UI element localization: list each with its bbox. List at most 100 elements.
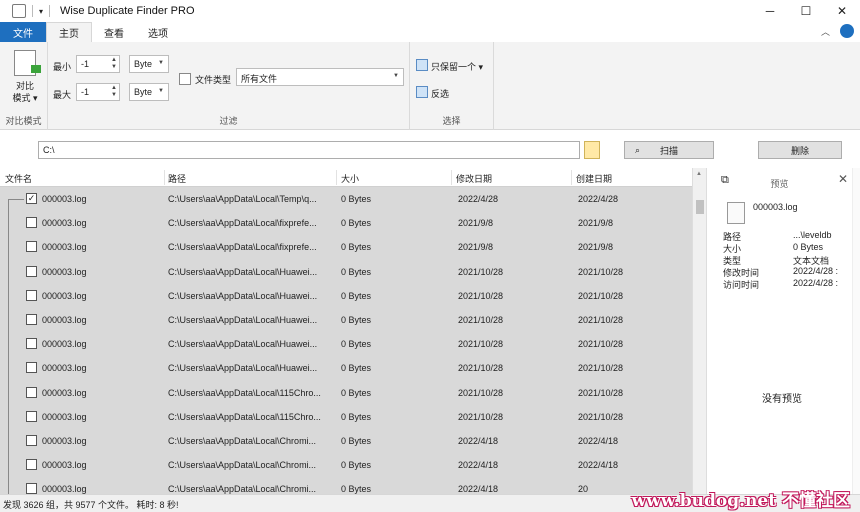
column-header-path[interactable]: 路径 [168,172,186,185]
tab-options[interactable]: 选项 [136,22,180,42]
column-header-modified[interactable]: 修改日期 [456,172,492,185]
app-icon[interactable] [12,4,26,18]
min-size-unit-select[interactable]: Byte ▼ [129,55,169,73]
max-size-stepper[interactable]: -1 ▲ ▼ [76,83,120,101]
preview-field-value: 2022/4/28 : [793,278,839,288]
min-size-value: -1 [81,59,90,69]
file-name-cell: 000003.log [42,339,87,350]
size-cell: 0 Bytes [341,194,372,204]
path-cell: C:\Users\aa\AppData\Local\Chromi... [168,484,317,494]
column-divider[interactable] [164,170,165,185]
preview-field-value: 2022/4/28 : [793,266,839,276]
size-cell: 0 Bytes [341,290,372,301]
row-checkbox[interactable] [26,410,37,422]
min-size-label: 最小 [53,62,72,72]
row-checkbox[interactable] [26,386,37,398]
title-separator [49,5,51,17]
file-name-cell: 000003.log [42,194,87,204]
path-cell: C:\Users\aa\AppData\Local\Chromi... [168,435,317,446]
path-cell: C:\Users\aa\AppData\Local\115Chro... [168,411,321,422]
scrollbar-thumb[interactable] [696,200,704,214]
path-cell: C:\Users\aa\AppData\Local\fixprefe... [168,218,317,229]
size-cell: 0 Bytes [341,242,372,253]
row-checkbox[interactable] [26,483,37,494]
column-header-size[interactable]: 大小 [341,172,359,185]
column-header-name[interactable]: 文件名 [5,172,32,185]
table-row[interactable]: ✓ 000003.log C:\Users\aa\AppData\Local\Tem… [0,187,692,211]
results-table: 文件名 路径 大小 修改日期 创建日期 ✓ 000003.log C:\Users\… [0,168,706,494]
table-row[interactable]: 000003.log C:\Users\aa\AppData\Local\fixp… [0,211,692,235]
table-row[interactable]: 000003.log C:\Users\aa\AppData\Local\Huaw… [0,308,692,332]
keep-one-button[interactable]: 只保留一个 ▾ [431,60,483,73]
table-row[interactable]: 000003.log C:\Users\aa\AppData\Local\Chro… [0,453,692,477]
table-row[interactable]: 000003.log C:\Users\aa\AppData\Local\115C… [0,405,692,429]
table-row[interactable]: 000003.log C:\Users\aa\AppData\Local\fixp… [0,235,692,259]
tab-home[interactable]: 主页 [46,22,92,42]
path-cell: C:\Users\aa\AppData\Local\Huawei... [168,290,318,301]
file-name-cell: 000003.log [42,314,87,325]
created-date-cell: 2022/4/28 [578,194,619,204]
file-type-value: 所有文件 [241,74,278,84]
row-checkbox[interactable] [26,338,37,350]
tab-file[interactable]: 文件 [0,22,46,42]
scan-path-input[interactable]: C:\ [38,141,580,159]
group-label-filter: 过滤 [219,116,238,126]
file-type-select[interactable]: 所有文件 ▼ [236,68,404,86]
user-icon[interactable] [840,24,854,38]
table-row[interactable]: 000003.log C:\Users\aa\AppData\Local\Huaw… [0,284,692,308]
row-checkbox[interactable] [26,289,37,301]
vertical-scrollbar[interactable]: ▲ [692,168,706,494]
stepper-arrows-icon[interactable]: ▲ ▼ [111,57,117,71]
row-checkbox[interactable] [26,362,37,374]
scroll-up-icon[interactable]: ▲ [696,171,702,177]
minimize-button[interactable]: ─ [752,0,788,22]
compare-mode-label: 对比 [15,81,34,91]
column-header-created[interactable]: 创建日期 [576,172,612,185]
preview-close-icon[interactable]: ✕ [838,172,848,186]
min-size-stepper[interactable]: -1 ▲ ▼ [76,55,120,73]
compare-mode-icon[interactable] [14,50,41,76]
path-cell: C:\Users\aa\AppData\Local\Huawei... [168,363,318,374]
preview-field-value: ...\leveldb [793,230,832,240]
table-header: 文件名 路径 大小 修改日期 创建日期 [0,168,692,187]
text-file-icon [727,202,745,224]
row-checkbox[interactable] [26,265,37,277]
tab-view[interactable]: 查看 [92,22,136,42]
status-text: 发现 3626 组，共 9577 个文件。 耗时: 8 秒! [3,500,179,510]
table-row[interactable]: 000003.log C:\Users\aa\AppData\Local\Chro… [0,477,692,494]
table-row[interactable]: 000003.log C:\Users\aa\AppData\Local\Chro… [0,429,692,453]
close-button[interactable]: ✕ [824,0,860,22]
browse-folder-icon[interactable] [584,141,600,159]
max-size-unit-select[interactable]: Byte ▼ [129,83,169,101]
delete-button[interactable]: 删除 [758,141,842,159]
scan-button[interactable]: ⌕ 扫描 [624,141,714,159]
column-divider[interactable] [451,170,452,185]
compare-mode-button[interactable]: 对比 模式 ▾ [8,80,42,104]
compare-mode-label: 模式 ▾ [12,93,38,103]
quick-access-dropdown-icon[interactable]: ▾ [39,7,43,16]
column-divider[interactable] [336,170,337,185]
column-divider[interactable] [571,170,572,185]
table-row[interactable]: 000003.log C:\Users\aa\AppData\Local\Huaw… [0,260,692,284]
table-row[interactable]: 000003.log C:\Users\aa\AppData\Local\Huaw… [0,332,692,356]
path-cell: C:\Users\aa\AppData\Local\Huawei... [168,266,318,277]
stepper-arrows-icon[interactable]: ▲ ▼ [111,85,117,99]
collapse-ribbon-icon[interactable]: ︿ [821,25,830,38]
table-row[interactable]: 000003.log C:\Users\aa\AppData\Local\Huaw… [0,356,692,380]
created-date-cell: 2021/10/28 [578,314,624,325]
row-checkbox[interactable] [26,241,37,253]
row-checkbox[interactable] [26,313,37,325]
table-row[interactable]: 000003.log C:\Users\aa\AppData\Local\115C… [0,381,692,405]
size-cell: 0 Bytes [341,266,372,277]
modified-date-cell: 2021/10/28 [458,411,504,422]
maximize-button[interactable]: ☐ [788,0,824,22]
preview-field-value: 0 Bytes [793,242,824,252]
row-checkbox[interactable] [26,217,37,229]
row-checkbox[interactable]: ✓ [26,193,37,204]
path-cell: C:\Users\aa\AppData\Local\fixprefe... [168,242,317,253]
created-date-cell: 2021/10/28 [578,339,624,350]
row-checkbox[interactable] [26,459,37,471]
row-checkbox[interactable] [26,434,37,446]
window-title: Wise Duplicate Finder PRO [60,5,195,17]
invert-selection-button[interactable]: 反选 [431,87,449,100]
